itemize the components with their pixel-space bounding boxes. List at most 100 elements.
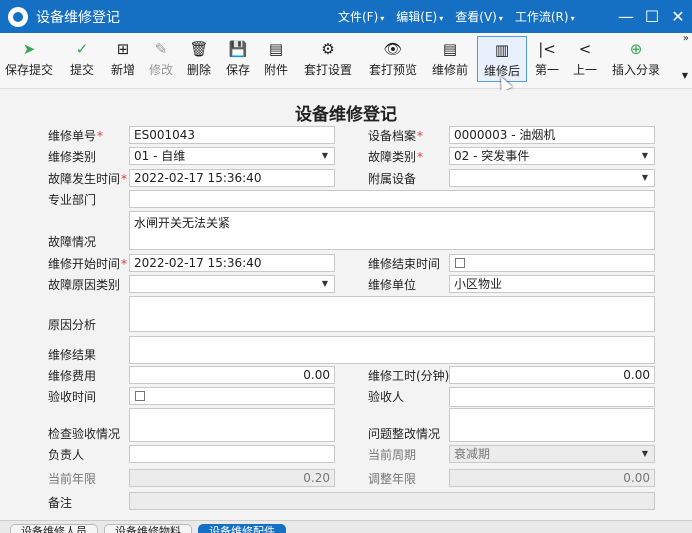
label-adjusted-life: 调整年限: [368, 472, 417, 486]
current-life-field: 0.20: [129, 469, 335, 487]
print-settings-icon: ⚙: [321, 40, 335, 58]
insert-entry-button[interactable]: ⊕ 插入分录: [608, 36, 664, 86]
label-fault-type: 故障类别*: [368, 150, 424, 164]
label-repair-result: 维修结果: [48, 348, 97, 362]
edit-button[interactable]: ✎ 修改: [144, 36, 178, 86]
label-repair-no: 维修单号*: [48, 129, 104, 143]
fault-time-field[interactable]: 2022-02-17 15:36:40: [129, 169, 335, 187]
label-remark: 备注: [48, 496, 73, 510]
current-period-select: 衰减期 ▼: [449, 445, 655, 463]
repair-end-field[interactable]: [449, 254, 655, 272]
print-preview-button[interactable]: 👁 套打预览: [364, 36, 422, 86]
repair-end-checkbox[interactable]: [455, 258, 465, 268]
label-person-in-charge: 负责人: [48, 448, 85, 462]
menu-edit[interactable]: 编辑(E) ▾: [396, 8, 443, 25]
close-button[interactable]: ✕: [666, 0, 690, 33]
form-title: 设备维修登记: [295, 105, 397, 125]
minimize-button[interactable]: —: [614, 0, 638, 33]
accept-time-checkbox[interactable]: [135, 391, 145, 401]
delete-button[interactable]: 🗑 删除: [182, 36, 216, 86]
remark-field[interactable]: [129, 492, 655, 510]
save-button[interactable]: 💾 保存: [221, 36, 255, 86]
doc-before-icon: ▤: [442, 40, 458, 58]
before-repair-button[interactable]: ▤ 维修前: [428, 36, 472, 86]
label-cause-analysis: 原因分析: [48, 318, 97, 332]
dropdown-arrow-icon: ▼: [641, 151, 648, 160]
chevron-down-icon: ▾: [570, 14, 575, 23]
first-icon: |<: [538, 40, 556, 58]
label-cause-type: 故障原因类别: [48, 278, 121, 292]
first-record-button[interactable]: |< 第一: [530, 36, 564, 86]
add-document-icon: ⊞: [116, 40, 130, 58]
label-rectification: 问题整改情况: [368, 427, 441, 441]
label-fault-time: 故障发生时间*: [48, 172, 128, 186]
submit-button[interactable]: ✓ 提交: [62, 36, 102, 86]
save-submit-button[interactable]: ➤ 保存提交: [2, 36, 56, 86]
menu-workflow[interactable]: 工作流(R) ▾: [515, 8, 575, 25]
toolbar-caret-icon[interactable]: ▼: [682, 71, 688, 80]
app-logo-icon: [8, 6, 28, 27]
accept-time-field[interactable]: [129, 387, 335, 405]
acceptor-field[interactable]: [449, 387, 655, 407]
tab-repair-parts[interactable]: 设备维修配件: [198, 524, 286, 533]
cause-type-select[interactable]: ▼: [129, 275, 335, 293]
repair-type-select[interactable]: 01 - 自维 ▼: [129, 147, 335, 165]
repair-no-field[interactable]: ES001043: [129, 126, 335, 144]
label-attached-equipment: 附属设备: [368, 172, 417, 186]
tab-repair-personnel[interactable]: 设备维修人员: [10, 524, 98, 533]
menu-bar: 文件(F) ▾ 编辑(E) ▾ 查看(V) ▾ 工作流(R) ▾: [338, 0, 587, 33]
label-repair-unit: 维修单位: [368, 278, 417, 292]
chevron-down-icon: ▾: [439, 14, 444, 23]
repair-hours-field[interactable]: 0.00: [449, 366, 655, 384]
insert-plus-icon: ⊕: [629, 40, 643, 58]
window-controls: — ☐ ✕: [614, 0, 692, 33]
edit-icon: ✎: [154, 40, 168, 58]
menu-view[interactable]: 查看(V) ▾: [455, 8, 503, 25]
repair-cost-field[interactable]: 0.00: [129, 366, 335, 384]
label-repair-start: 维修开始时间*: [48, 257, 128, 271]
label-accept-time: 验收时间: [48, 390, 97, 404]
inspection-textarea[interactable]: [129, 408, 335, 442]
label-equipment-file: 设备档案*: [368, 129, 424, 143]
doc-after-icon: ▥: [494, 41, 510, 59]
add-button[interactable]: ⊞ 新增: [106, 36, 140, 86]
fault-desc-textarea[interactable]: 水闸开关无法关紧: [129, 211, 655, 250]
print-settings-button[interactable]: ⚙ 套打设置: [299, 36, 357, 86]
equipment-file-field[interactable]: 0000003 - 油烟机: [449, 126, 655, 144]
bottom-tabs: 设备维修人员 设备维修物料 设备维修配件: [0, 520, 692, 533]
label-current-period: 当前周期: [368, 448, 417, 462]
attachment-button[interactable]: ▤ 附件: [259, 36, 293, 86]
label-fault-desc: 故障情况: [48, 235, 97, 249]
menu-file[interactable]: 文件(F) ▾: [338, 8, 384, 25]
label-repair-type: 维修类别: [48, 150, 97, 164]
person-in-charge-field[interactable]: [129, 445, 335, 463]
previous-record-button[interactable]: < 上一: [568, 36, 602, 86]
previous-icon: <: [578, 40, 592, 58]
tab-repair-materials[interactable]: 设备维修物料: [104, 524, 192, 533]
repair-start-field[interactable]: 2022-02-17 15:36:40: [129, 254, 335, 272]
label-current-life: 当前年限: [48, 472, 97, 486]
attachment-icon: ▤: [268, 40, 284, 58]
maximize-button[interactable]: ☐: [640, 0, 664, 33]
eye-icon: 👁: [383, 40, 403, 58]
save-icon: 💾: [228, 40, 248, 58]
repair-result-textarea[interactable]: [129, 336, 655, 364]
department-field[interactable]: [129, 190, 655, 208]
label-inspection: 检查验收情况: [48, 427, 121, 441]
fault-type-select[interactable]: 02 - 突发事件 ▼: [449, 147, 655, 165]
window-title: 设备维修登记: [36, 9, 120, 26]
dropdown-arrow-icon: ▼: [321, 279, 328, 288]
cause-analysis-textarea[interactable]: [129, 296, 655, 332]
toolbar: ➤ 保存提交 ✓ 提交 ⊞ 新增 ✎ 修改 🗑 删除 💾 保存 ▤ 附件 ⚙ 套…: [0, 33, 692, 89]
label-acceptor: 验收人: [368, 390, 405, 404]
toolbar-overflow-icon[interactable]: »: [683, 33, 689, 44]
send-icon: ➤: [22, 40, 36, 58]
rectification-textarea[interactable]: [449, 408, 655, 442]
attached-equipment-select[interactable]: ▼: [449, 169, 655, 187]
dropdown-arrow-icon: ▼: [641, 449, 648, 458]
chevron-down-icon: ▾: [498, 14, 503, 23]
repair-unit-field[interactable]: 小区物业: [449, 275, 655, 293]
trash-icon: 🗑: [189, 40, 209, 58]
dropdown-arrow-icon: ▼: [321, 151, 328, 160]
title-bar: 设备维修登记 文件(F) ▾ 编辑(E) ▾ 查看(V) ▾ 工作流(R) ▾ — ☐ …: [0, 0, 692, 33]
